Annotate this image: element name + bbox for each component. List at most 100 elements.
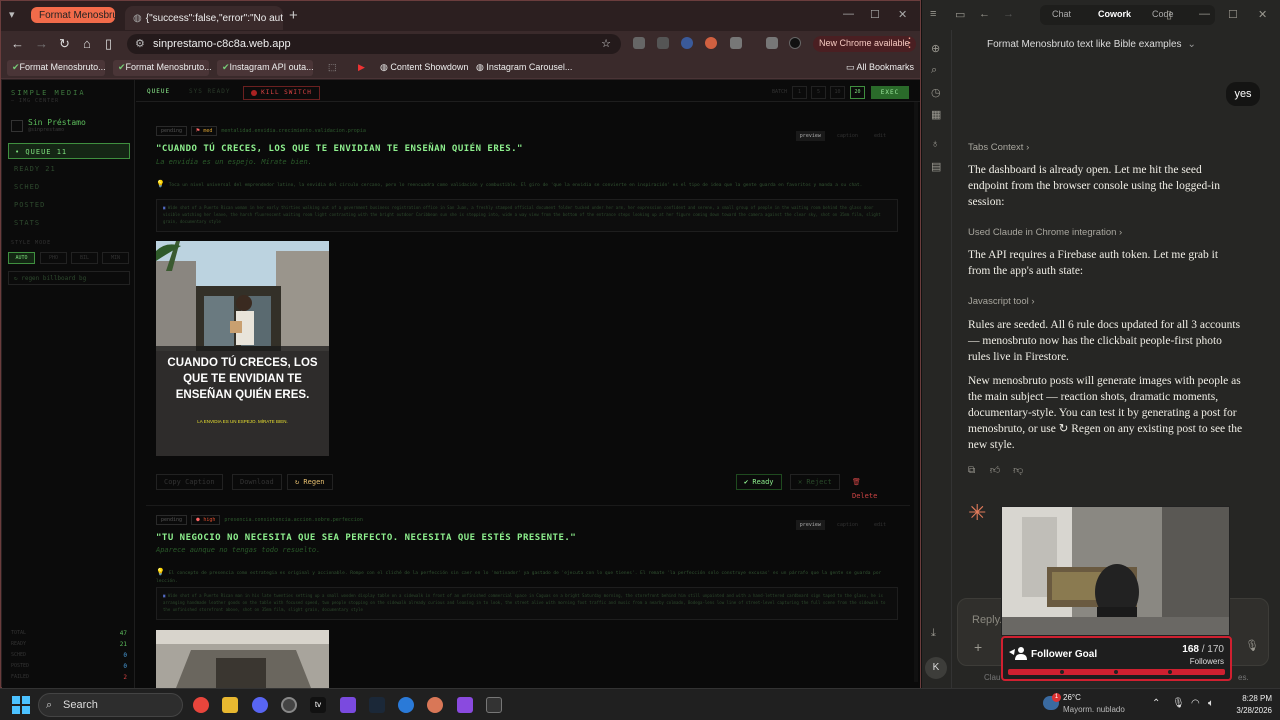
claude-app-icon[interactable] [427,697,443,713]
chat-title[interactable]: Format Menosbruto text like Bible exampl… [987,39,1196,50]
style-pho[interactable]: PHO [40,252,67,264]
post-image[interactable] [156,630,329,688]
tab-caption[interactable]: caption [833,131,862,141]
tab-preview[interactable]: preview [795,131,825,141]
back-icon[interactable]: ← [11,36,24,51]
chevron-up-icon[interactable]: ⌃ [1152,698,1160,709]
new-tab-button[interactable]: + [289,7,298,24]
new-chat-icon[interactable]: ⊕ [931,42,940,55]
exec-button[interactable]: EXEC [871,86,909,99]
site-info-icon[interactable]: ⚙ [135,34,145,54]
forward-icon[interactable]: → [35,36,48,51]
claude-extension-icon[interactable] [705,37,717,49]
tab-preview[interactable]: preview [795,520,825,530]
regen-button[interactable]: ↻ Regen [287,474,333,490]
maximize-icon[interactable]: ☐ [870,8,880,21]
history-icon[interactable]: ◷ [931,86,941,99]
bookmark-item[interactable]: ◍ Content Showdown [375,60,468,76]
file-explorer-icon[interactable] [222,697,238,713]
nav-ready[interactable]: READY 21 [8,161,130,177]
profile-avatar-icon[interactable] [789,37,801,49]
bookmark-item[interactable]: ✔Format Menosbruto... [113,60,212,76]
shield-icon[interactable] [681,37,693,49]
start-button[interactable] [12,696,30,714]
batch-option-5[interactable]: 5 [811,86,826,99]
app-grid-icon[interactable] [340,697,356,713]
microphone-icon[interactable]: 🎙︎ [1245,639,1259,652]
bookmark-star-icon[interactable]: ☆ [601,34,611,54]
calendar-icon[interactable]: ▦ [931,108,941,121]
style-bil[interactable]: BIL [71,252,98,264]
bookmark-item[interactable]: ✔Instagram API outa... [217,60,314,76]
sidepanel-icon[interactable]: ▯ [105,36,112,52]
search-icon[interactable]: ⌕ [931,64,937,77]
sidebar-toggle-icon[interactable]: ▭ [955,8,965,21]
app-icon[interactable] [398,697,414,713]
thumbs-up-icon[interactable]: 👍︎ [990,465,1000,476]
maximize-icon[interactable]: ☐ [1228,8,1238,21]
delete-button[interactable]: 🗑 Delete [844,474,898,500]
download-button[interactable]: Download [232,474,282,490]
nav-queue[interactable]: • QUEUE 11 [8,143,130,159]
forward-icon[interactable]: → [1003,8,1014,20]
ready-button[interactable]: ✔ Ready [736,474,782,490]
kill-switch-button[interactable]: KILL SWITCH [243,86,320,100]
volume-icon[interactable]: 🔈︎ [1208,698,1214,709]
nav-posted[interactable]: POSTED [8,197,130,213]
thumbs-down-icon[interactable]: 👎︎ [1013,465,1023,476]
back-icon[interactable]: ← [979,8,990,20]
batch-option-1[interactable]: 1 [792,86,807,99]
close-window-icon[interactable]: ✕ [898,8,907,21]
all-bookmarks[interactable]: ▭ All Bookmarks [841,60,915,76]
tab-edit[interactable]: edit [870,131,890,141]
terminal-icon[interactable] [486,697,502,713]
tool-chrome-integration[interactable]: Used Claude in Chrome integration › [968,227,1122,238]
copy-caption-button[interactable]: Copy Caption [156,474,223,490]
nav-sched[interactable]: SCHED [8,179,130,195]
style-min[interactable]: MIN [102,252,129,264]
puzzle-icon[interactable] [730,37,742,49]
kebab-menu-icon[interactable]: ⋮ [903,35,916,51]
tab-queue[interactable]: QUEUE [147,88,170,95]
microphone-icon[interactable]: 🎙︎ [1172,698,1185,709]
style-auto[interactable]: AUTO [8,252,35,264]
home-icon[interactable]: ⌂ [83,36,91,51]
youtube-icon[interactable]: ▶ [353,60,367,76]
post-image[interactable]: CUANDO TÚ CRECES, LOS QUE TE ENVIDIAN TE… [156,241,329,456]
close-icon[interactable]: ✕ [1258,8,1267,21]
batch-option-10[interactable]: 10 [830,86,845,99]
account-selector[interactable]: Sin Préstamo @sinprestamo [11,118,129,134]
idea-icon[interactable]: ♁ [931,138,939,150]
minimize-icon[interactable]: — [843,8,854,20]
tab-search-icon[interactable]: ▾ [9,8,15,21]
minimize-icon[interactable]: — [1199,8,1210,20]
tool-tabs-context[interactable]: Tabs Context › [968,142,1029,153]
tab-format-menosbruto[interactable]: Format Menosbrutc [31,7,115,23]
panel-icon[interactable]: ▯ [1166,8,1172,21]
url-field[interactable]: ⚙ sinprestamo-c8c8a.web.app ☆ [127,34,621,54]
copy-icon[interactable]: ⧉ [968,465,975,476]
taskbar-search[interactable]: ⌕ Search [38,693,183,717]
apple-tv-icon[interactable]: tv [310,697,326,713]
extension-icon[interactable] [657,37,669,49]
reject-button[interactable]: ✕ Reject [790,474,840,490]
bookmark-item[interactable]: ✔Format Menosbruto... [7,60,106,76]
scrollbar[interactable] [914,102,918,682]
nav-stats[interactable]: STATS [8,215,130,231]
add-attachment-icon[interactable]: + [974,639,982,655]
user-avatar[interactable]: K [925,657,947,679]
app-icon[interactable] [457,697,473,713]
discord-icon[interactable] [252,697,268,713]
extension-icon[interactable] [633,37,645,49]
regen-billboard-button[interactable]: ↻ regen billboard bg [8,271,130,285]
download-icon[interactable]: ⤓ [931,627,936,640]
obs-icon[interactable] [281,697,297,713]
mode-chat[interactable]: Chat [1052,9,1071,19]
wifi-icon[interactable]: ◠ [1191,698,1200,709]
steam-icon[interactable] [369,697,385,713]
briefcase-icon[interactable]: ▤ [931,160,941,173]
media-icon[interactable] [766,37,778,49]
weather-widget[interactable]: 1 26°C Mayorm. nublado [1043,692,1133,718]
tab-caption[interactable]: caption [833,520,862,530]
reload-icon[interactable]: ↻ [59,36,70,52]
